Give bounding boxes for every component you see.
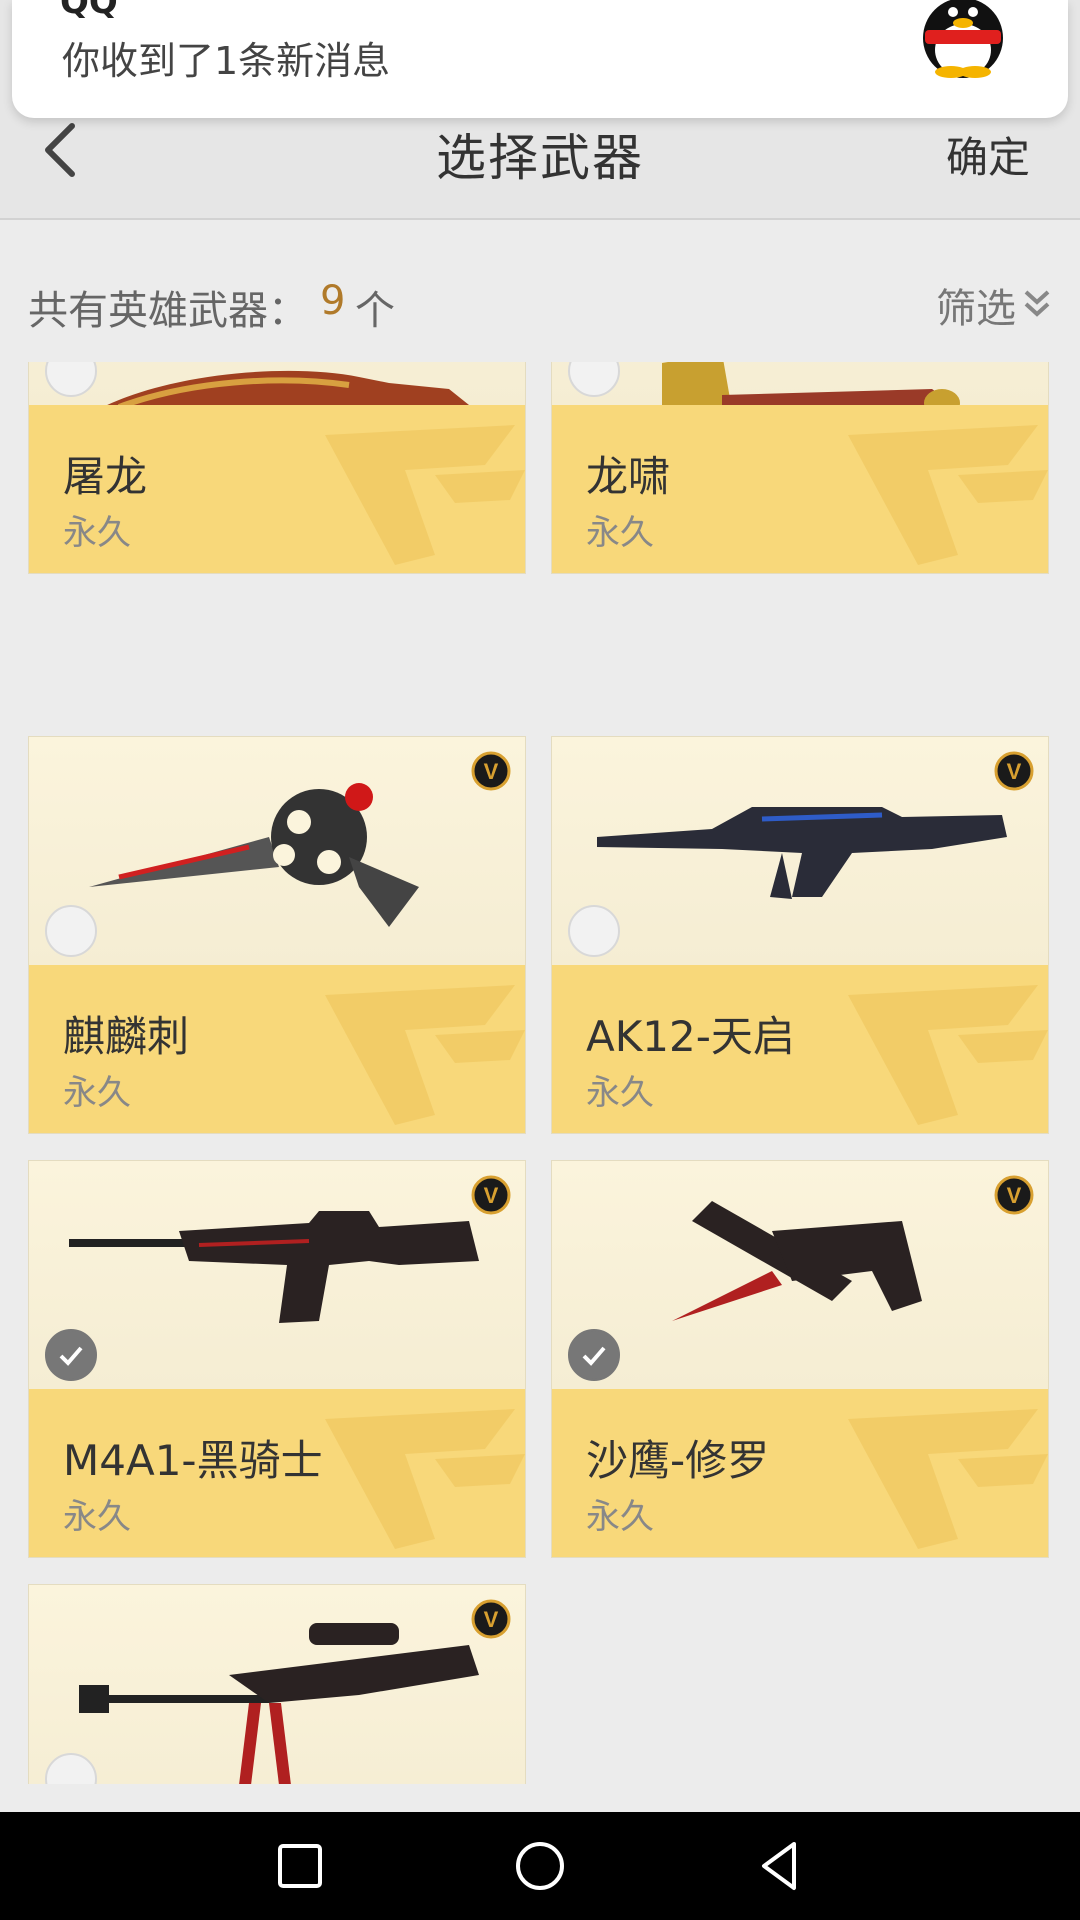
notification-banner[interactable]: QQ 你收到了1条新消息 <box>12 0 1068 118</box>
sniper-rifle-illustration <box>79 1623 479 1784</box>
notification-message: 你收到了1条新消息 <box>62 39 391 83</box>
rifle-illustration <box>597 807 1007 899</box>
weapon-name: 屠龙 <box>63 452 148 501</box>
weapon-info: 沙鹰-修罗 永久 <box>552 1389 1048 1557</box>
weapon-info: 麒麟刺 永久 <box>29 965 525 1133</box>
triangle-back-icon[interactable] <box>750 1836 810 1896</box>
v-badge-icon: V <box>994 751 1034 791</box>
weapon-image: V <box>29 1585 525 1784</box>
page-title: 选择武器 <box>436 129 644 187</box>
weapon-info: 屠龙 永久 <box>29 405 525 573</box>
weapon-card[interactable]: V AK12-天启 永久 <box>551 736 1049 1134</box>
circle-icon[interactable] <box>510 1836 570 1896</box>
pistol-blade-illustration <box>672 1201 922 1321</box>
weapon-image: V <box>29 1161 525 1389</box>
select-checkbox[interactable] <box>568 905 620 957</box>
svg-text:V: V <box>484 1183 499 1208</box>
weapon-term: 永久 <box>63 1073 131 1113</box>
cf-logo-watermark <box>325 425 525 565</box>
cf-logo-watermark <box>848 985 1048 1125</box>
weapon-card[interactable]: V 沙鹰-修罗 永久 <box>551 1160 1049 1558</box>
weapon-card[interactable]: V <box>28 1584 526 1784</box>
select-checkbox[interactable] <box>45 1329 97 1381</box>
v-badge-icon: V <box>471 1599 511 1639</box>
weapon-card[interactable]: V M4A1-黑骑士 永久 <box>28 1160 526 1558</box>
rifle-illustration <box>69 1211 479 1323</box>
cf-logo-watermark <box>848 1409 1048 1549</box>
weapon-info: M4A1-黑骑士 永久 <box>29 1389 525 1557</box>
select-checkbox[interactable] <box>568 1329 620 1381</box>
weapon-image: V <box>29 737 525 965</box>
double-chevron-down-icon <box>1024 290 1050 317</box>
filter-button[interactable]: 筛选 <box>936 276 1052 334</box>
cf-logo-watermark <box>325 985 525 1125</box>
v-badge-icon: V <box>471 751 511 791</box>
weapon-info: 龙啸 永久 <box>552 405 1048 573</box>
filter-label: 筛选 <box>936 286 1016 332</box>
curved-knife-illustration <box>99 370 469 421</box>
v-badge-icon: V <box>471 1175 511 1215</box>
axe-illustration <box>662 362 960 473</box>
svg-text:V: V <box>484 1607 499 1632</box>
weapon-term: 永久 <box>586 1497 654 1537</box>
svg-text:V: V <box>1007 1183 1022 1208</box>
qq-penguin-icon <box>923 0 1003 78</box>
weapon-image <box>29 362 525 421</box>
weapon-card[interactable]: V 麒麟刺 永久 <box>28 736 526 1134</box>
weapon-name: 沙鹰-修罗 <box>586 1436 770 1485</box>
knuckle-blade-illustration <box>89 783 419 927</box>
v-badge-icon: V <box>994 1175 1034 1215</box>
notification-app-name: QQ <box>60 0 118 22</box>
checkmark-icon <box>582 1346 606 1366</box>
weapon-grid[interactable]: 屠龙 永久 龙啸 永久 V 麒麟刺 永久 V AK12-天启 永久 V M4A1… <box>0 362 1080 1784</box>
weapon-card[interactable]: 龙啸 永久 <box>551 362 1049 574</box>
svg-text:V: V <box>484 759 499 784</box>
weapon-name: 麒麟刺 <box>63 1012 190 1061</box>
weapon-image <box>552 362 1048 473</box>
svg-text:V: V <box>1007 759 1022 784</box>
cf-logo-watermark <box>848 425 1048 565</box>
weapon-info: AK12-天启 永久 <box>552 965 1048 1133</box>
weapon-term: 永久 <box>586 513 654 553</box>
weapon-image: V <box>552 737 1048 965</box>
confirm-button[interactable]: 确定 <box>946 124 1030 185</box>
cf-logo-watermark <box>325 1409 525 1549</box>
square-icon[interactable] <box>270 1836 330 1896</box>
weapon-count-unit: 个 <box>355 288 395 334</box>
weapon-name: 龙啸 <box>586 452 671 501</box>
select-checkbox[interactable] <box>45 905 97 957</box>
weapon-count-label: 共有英雄武器： <box>28 288 308 334</box>
system-nav-bar <box>0 1812 1080 1920</box>
weapon-name: AK12-天启 <box>586 1012 795 1061</box>
checkmark-icon <box>59 1346 83 1366</box>
weapon-image: V <box>552 1161 1048 1389</box>
weapon-term: 永久 <box>63 513 131 553</box>
weapon-term: 永久 <box>586 1073 654 1113</box>
weapon-count: 9 <box>320 278 346 324</box>
weapon-name: M4A1-黑骑士 <box>63 1436 323 1485</box>
weapon-card[interactable]: 屠龙 永久 <box>28 362 526 574</box>
weapon-term: 永久 <box>63 1497 131 1537</box>
